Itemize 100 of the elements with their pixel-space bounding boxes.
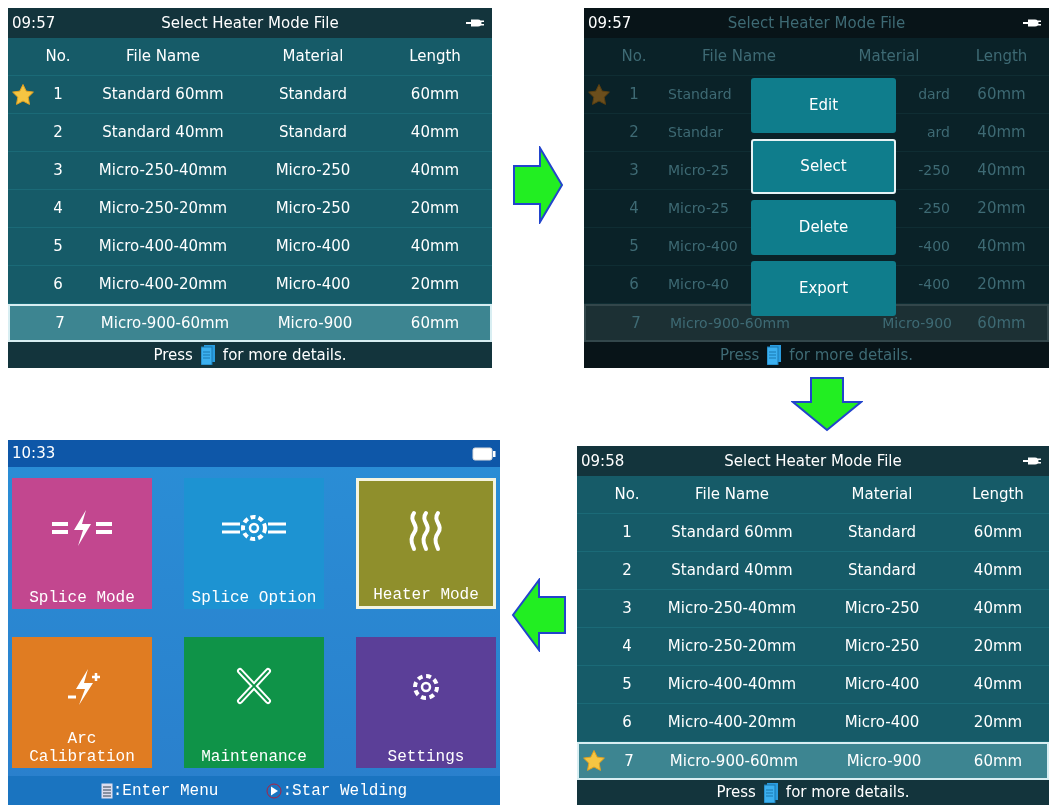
- right-arrow-icon: [512, 146, 564, 224]
- number-cell-text: 1: [52, 84, 64, 106]
- menu-button[interactable]: Export: [751, 261, 896, 316]
- length-cell-text: 40mm: [972, 598, 1024, 620]
- number-cell-text: 3: [52, 160, 64, 182]
- menu-button[interactable]: Edit: [751, 78, 896, 133]
- length-cell-text: 40mm: [972, 674, 1024, 696]
- menu-tile[interactable]: Heater Mode: [356, 478, 496, 610]
- clock-text: 10:33: [12, 443, 56, 465]
- file-name-cell-text: Micro-400-20mm: [97, 274, 229, 296]
- length-cell-text: 60mm: [976, 312, 1027, 334]
- column-header: Material: [281, 46, 345, 68]
- material-cell-text: Micro-900: [882, 313, 952, 333]
- down-arrow-icon: [791, 376, 863, 432]
- length-cell-text: 40mm: [976, 236, 1027, 258]
- plug-icon: [1023, 18, 1041, 28]
- table-row[interactable]: 3 Micro-250-40mm Micro-250 40mm: [577, 590, 1049, 628]
- material-cell-text: -250: [918, 161, 950, 180]
- material-cell-text: Micro-400: [274, 236, 352, 258]
- length-cell-text: 40mm: [409, 122, 461, 144]
- hint-text: Press: [153, 344, 193, 366]
- length-cell-text: 60mm: [409, 312, 461, 334]
- file-name-cell-text: Micro-400: [668, 237, 738, 256]
- screen-title: Select Heater Mode File: [727, 12, 906, 34]
- material-cell-text: Standard: [846, 522, 918, 544]
- material-cell-text: ard: [927, 123, 950, 142]
- table-row[interactable]: 4 Micro-250-20mm Micro-250 20mm: [577, 628, 1049, 666]
- plug-icon: [1023, 456, 1041, 466]
- file-name-cell-text: Micro-25: [668, 161, 729, 180]
- file-name-cell-text: Micro-400-40mm: [97, 236, 229, 258]
- file-name-cell-text: Micro-900-60mm: [668, 750, 800, 772]
- hint-text: :Enter Menu: [112, 780, 219, 802]
- clock-text: 09:57: [588, 12, 633, 34]
- table-row[interactable]: 1 Standard 60mm Standard 60mm: [577, 514, 1049, 552]
- table-row[interactable]: 4 Micro-250-20mm Micro-250 20mm: [8, 190, 492, 228]
- number-cell-text: 5: [52, 236, 64, 258]
- number-cell-text: 7: [54, 312, 66, 334]
- length-cell-text: 40mm: [409, 236, 461, 258]
- material-cell-text: Micro-900: [845, 750, 923, 772]
- number-cell-text: 1: [628, 84, 640, 106]
- number-cell-text: 4: [621, 636, 633, 658]
- number-cell-text: 5: [628, 236, 640, 258]
- number-cell-text: 7: [630, 312, 642, 334]
- table-row[interactable]: 7 Micro-900-60mm Micro-900 60mm: [8, 304, 492, 342]
- material-cell-text: Standard: [277, 122, 349, 144]
- hint-text: :Star Welding: [282, 780, 408, 802]
- length-cell-text: 60mm: [409, 84, 461, 106]
- number-cell-text: 7: [623, 750, 635, 772]
- menu-button[interactable]: Delete: [751, 200, 896, 255]
- clock-text: 09:58: [581, 450, 626, 472]
- number-cell-text: 2: [621, 560, 633, 582]
- column-header: File Name: [124, 46, 202, 68]
- menu-tile[interactable]: Splice Option: [184, 478, 324, 610]
- hint-text: for more details.: [785, 782, 910, 804]
- number-cell-text: 5: [621, 674, 633, 696]
- table-row[interactable]: 1 Standard 60mm Standard 60mm: [8, 76, 492, 114]
- table-row[interactable]: 5 Micro-400-40mm Micro-400 40mm: [577, 666, 1049, 704]
- table-row[interactable]: 3 Micro-250-40mm Micro-250 40mm: [8, 152, 492, 190]
- table-row[interactable]: 5 Micro-400-40mm Micro-400 40mm: [8, 228, 492, 266]
- menu-tile[interactable]: Splice Mode: [12, 478, 152, 610]
- length-cell-text: 40mm: [409, 160, 461, 182]
- length-cell-text: 40mm: [976, 160, 1027, 182]
- table-row[interactable]: 2 Standard 40mm Standard 40mm: [8, 114, 492, 152]
- material-cell-text: Micro-400: [843, 674, 921, 696]
- length-cell-text: 20mm: [409, 274, 461, 296]
- document-icon: [767, 345, 782, 365]
- column-header: Length: [974, 46, 1029, 68]
- clock-text: 09:57: [12, 12, 57, 34]
- material-cell-text: Standard: [277, 84, 349, 106]
- file-name-cell-text: Standar: [668, 123, 724, 142]
- file-name-cell-text: Micro-250-40mm: [666, 598, 798, 620]
- length-cell-text: 60mm: [976, 84, 1027, 106]
- table-row[interactable]: 2 Standard 40mm Standard 40mm: [577, 552, 1049, 590]
- menu-tile[interactable]: Maintenance: [184, 637, 324, 769]
- material-cell-text: -400: [918, 275, 950, 294]
- length-cell-text: 20mm: [976, 198, 1027, 220]
- menu-button[interactable]: Select: [751, 139, 896, 194]
- material-cell-text: dard: [918, 85, 950, 104]
- play-icon: [266, 782, 283, 799]
- length-cell-text: 20mm: [972, 636, 1024, 658]
- table-row[interactable]: 7 Micro-900-60mm Micro-900 60mm: [577, 742, 1049, 780]
- hint-text: for more details.: [789, 344, 914, 366]
- number-cell-text: 1: [621, 522, 633, 544]
- column-header: File Name: [700, 46, 778, 68]
- file-name-cell-text: Micro-400-40mm: [666, 674, 798, 696]
- left-arrow-icon: [510, 578, 567, 652]
- number-cell-text: 6: [628, 274, 640, 296]
- column-header: No.: [44, 46, 72, 68]
- material-cell-text: Micro-250: [274, 160, 352, 182]
- length-cell-text: 20mm: [972, 712, 1024, 734]
- menu-tile[interactable]: Arc Calibration: [12, 637, 152, 769]
- column-header: No.: [613, 484, 641, 506]
- file-name-cell-text: Micro-250-20mm: [97, 198, 229, 220]
- length-cell-text: 20mm: [976, 274, 1027, 296]
- menu-tile[interactable]: Settings: [356, 637, 496, 769]
- file-name-cell-text: Standard: [668, 85, 732, 104]
- file-name-cell-text: Micro-40: [668, 275, 729, 294]
- hint-text: Press: [719, 344, 760, 366]
- file-name-cell-text: Micro-25: [668, 199, 729, 218]
- file-name-cell-text: Standard 40mm: [101, 122, 225, 144]
